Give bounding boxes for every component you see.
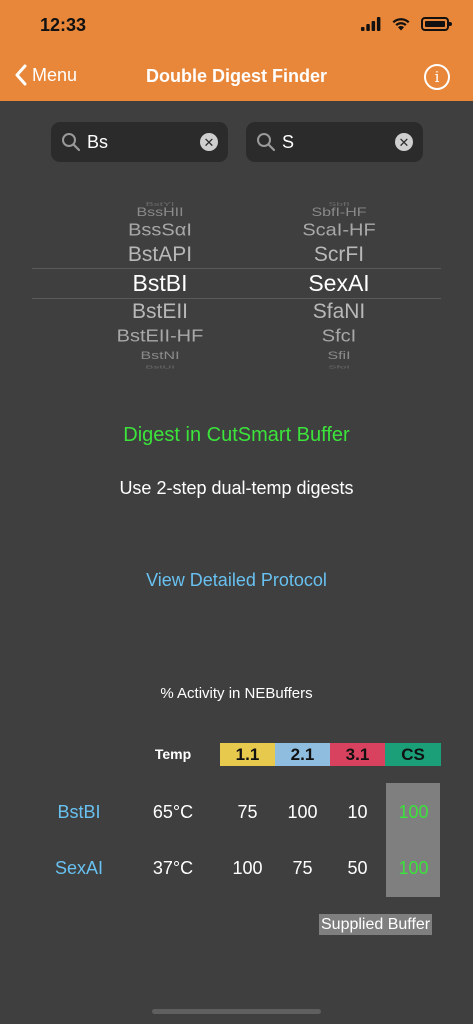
temp-header: Temp bbox=[154, 746, 192, 762]
signal-icon bbox=[361, 16, 381, 31]
nav-header: 12:33 Menu Double Digest Finder i bbox=[0, 0, 473, 101]
view-protocol-link[interactable]: View Detailed Protocol bbox=[0, 570, 473, 591]
enzyme-1-search-input[interactable] bbox=[87, 131, 200, 153]
status-time: 12:33 bbox=[40, 15, 87, 35]
picker-item[interactable]: ScrFI bbox=[259, 243, 419, 267]
enzyme-2-name[interactable]: SexAI bbox=[34, 858, 124, 879]
search-icon bbox=[257, 133, 276, 152]
picker-item[interactable]: BstAPI bbox=[80, 243, 240, 267]
buffer-header-3-1: 3.1 bbox=[330, 743, 385, 766]
picker-item[interactable]: BssHII bbox=[80, 206, 240, 220]
enzyme-1-temp: 65°C bbox=[152, 802, 194, 822]
enzyme-1-wheel[interactable]: BstYI BssHII BssSαI BstAPI BstBI BstEII … bbox=[80, 195, 240, 370]
enzyme-1-name[interactable]: BstBI bbox=[34, 802, 124, 823]
picker-item[interactable]: SfcI bbox=[259, 326, 419, 347]
enzyme-2-search-input[interactable] bbox=[282, 131, 395, 153]
picker-item[interactable]: BstEII-HF bbox=[80, 326, 240, 347]
supplied-buffer-column bbox=[386, 783, 440, 897]
buffer-header-cs: CS bbox=[385, 743, 441, 766]
picker-item[interactable]: SbfI-HF bbox=[259, 206, 419, 220]
buffer-header-2-1: 2.1 bbox=[275, 743, 330, 766]
search-icon bbox=[62, 133, 81, 152]
enzyme-1-activity-cs: 100 bbox=[398, 802, 429, 822]
buffer-header-1-1: 1.1 bbox=[220, 743, 275, 766]
info-icon[interactable]: i bbox=[424, 64, 450, 90]
supplied-buffer-legend: Supplied Buffer bbox=[319, 914, 433, 935]
enzyme-2-search: ✕ bbox=[246, 122, 423, 162]
enzyme-1-search: ✕ bbox=[51, 122, 228, 162]
enzyme-2-activity-2-1: 75 bbox=[292, 858, 313, 878]
buffer-recommendation: Digest in CutSmart Buffer bbox=[123, 424, 350, 446]
picker-item-selected[interactable]: SexAI bbox=[259, 270, 419, 297]
enzyme-1-activity-3-1: 10 bbox=[347, 802, 368, 822]
enzyme-2-temp: 37°C bbox=[152, 858, 194, 878]
enzyme-2-wheel[interactable]: SbfI SbfI-HF ScaI-HF ScrFI SexAI SfaNI S… bbox=[259, 195, 419, 370]
clear-icon[interactable]: ✕ bbox=[395, 133, 413, 151]
enzyme-2-activity-3-1: 50 bbox=[347, 858, 368, 878]
picker-item[interactable]: BstNI bbox=[80, 350, 240, 363]
enzyme-1-activity-2-1: 100 bbox=[287, 802, 318, 822]
picker-item[interactable]: BssSαI bbox=[80, 220, 240, 241]
enzyme-2-activity-1-1: 100 bbox=[232, 858, 263, 878]
enzyme-2-activity-cs: 100 bbox=[398, 858, 429, 878]
picker-item[interactable]: SfoI bbox=[259, 364, 419, 370]
picker-item[interactable]: BstEII bbox=[80, 300, 240, 324]
enzyme-picker[interactable]: BstYI BssHII BssSαI BstAPI BstBI BstEII … bbox=[32, 195, 441, 370]
home-indicator[interactable] bbox=[152, 1009, 321, 1014]
clear-icon[interactable]: ✕ bbox=[200, 133, 218, 151]
picker-item[interactable]: SfiI bbox=[259, 350, 419, 363]
enzyme-1-activity-1-1: 75 bbox=[237, 802, 258, 822]
digest-note: Use 2-step dual-temp digests bbox=[119, 478, 354, 498]
picker-item[interactable]: SfaNI bbox=[259, 300, 419, 324]
wifi-icon bbox=[392, 18, 410, 31]
battery-icon bbox=[421, 16, 452, 31]
activity-title: % Activity in NEBuffers bbox=[160, 685, 313, 702]
picker-item-selected[interactable]: BstBI bbox=[80, 270, 240, 297]
picker-item[interactable]: BstUI bbox=[80, 364, 240, 370]
picker-item[interactable]: ScaI-HF bbox=[259, 220, 419, 241]
status-icons bbox=[361, 16, 452, 31]
page-title: Double Digest Finder bbox=[145, 66, 327, 86]
